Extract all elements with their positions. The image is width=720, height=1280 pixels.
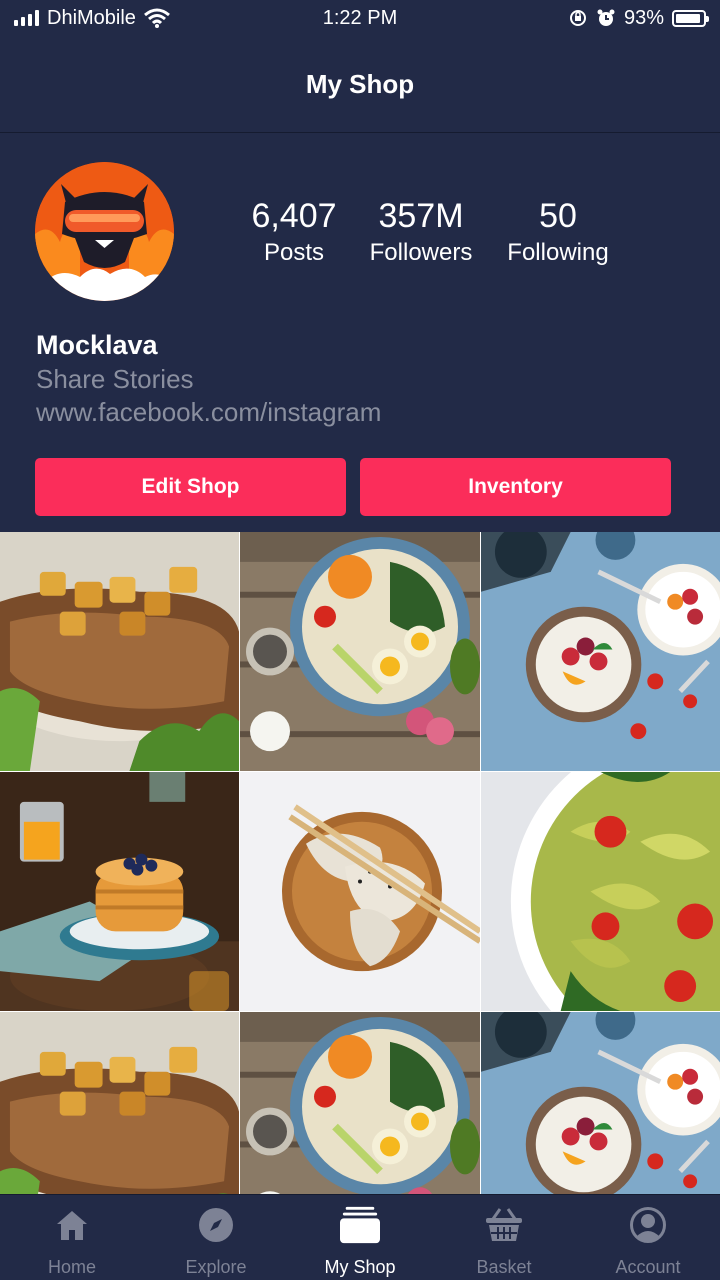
posts-count: 6,407 bbox=[251, 197, 337, 235]
home-icon bbox=[52, 1205, 92, 1245]
shop-link[interactable]: www.facebook.com/instagram bbox=[36, 397, 381, 428]
tab-explore[interactable]: Explore bbox=[144, 1195, 288, 1280]
signal-icon bbox=[14, 10, 39, 26]
shop-icon bbox=[340, 1205, 380, 1245]
product-grid bbox=[0, 532, 720, 1194]
tab-bar: Home Explore My Shop Basket Account bbox=[0, 1194, 720, 1280]
compass-icon bbox=[196, 1205, 236, 1245]
tab-explore-label: Explore bbox=[185, 1257, 247, 1277]
account-icon bbox=[628, 1205, 668, 1245]
tab-account[interactable]: Account bbox=[576, 1195, 720, 1280]
shop-tagline: Share Stories bbox=[36, 364, 194, 394]
battery-percent: 93% bbox=[623, 6, 664, 29]
basket-icon bbox=[484, 1205, 524, 1245]
shop-name: Mocklava bbox=[36, 330, 158, 360]
tab-home-label: Home bbox=[47, 1257, 96, 1277]
status-bar: DhiMobile 1:22 PM 93% bbox=[0, 0, 720, 36]
alarm-icon bbox=[597, 9, 615, 26]
status-left: DhiMobile bbox=[14, 7, 170, 30]
stat-followers[interactable]: 357M Followers bbox=[352, 196, 490, 270]
grid-item-yogurt-bowl[interactable] bbox=[481, 532, 720, 771]
following-count: 50 bbox=[539, 197, 577, 235]
battery-icon bbox=[672, 9, 709, 27]
page-title: My Shop bbox=[305, 68, 415, 99]
tab-basket-label: Basket bbox=[476, 1257, 532, 1277]
nav-bar: My Shop bbox=[0, 36, 720, 133]
fox-logo bbox=[35, 162, 174, 301]
stat-posts[interactable]: 6,407 Posts bbox=[236, 196, 352, 270]
profile-stats: 6,407 Posts 357M Followers 50 Following bbox=[236, 196, 626, 270]
grid-item-pasta[interactable] bbox=[481, 772, 720, 1011]
edit-shop-button[interactable]: Edit Shop bbox=[35, 458, 346, 516]
status-right: 93% bbox=[568, 6, 709, 30]
inventory-button[interactable]: Inventory bbox=[360, 458, 671, 516]
rotation-lock-icon bbox=[569, 10, 586, 26]
avatar[interactable] bbox=[35, 162, 174, 301]
tab-home[interactable]: Home bbox=[0, 1195, 144, 1280]
followers-label: Followers bbox=[369, 239, 473, 266]
stat-following[interactable]: 50 Following bbox=[490, 196, 626, 270]
followers-count: 357M bbox=[378, 197, 464, 235]
tab-my-shop-label: My Shop bbox=[324, 1257, 396, 1277]
grid-item-dumplings[interactable] bbox=[240, 772, 480, 1011]
tab-account-label: Account bbox=[615, 1257, 681, 1277]
grid-item-pancakes[interactable] bbox=[0, 772, 239, 1011]
tab-my-shop[interactable]: My Shop bbox=[288, 1195, 432, 1280]
grid-item-pork-chop[interactable] bbox=[0, 532, 239, 771]
following-label: Following bbox=[507, 239, 609, 266]
carrier-name: DhiMobile bbox=[47, 6, 136, 29]
tab-basket[interactable]: Basket bbox=[432, 1195, 576, 1280]
grid-item-salad-bowl-2[interactable] bbox=[240, 1012, 480, 1194]
wifi-icon bbox=[143, 8, 170, 28]
grid-item-salad-bowl[interactable] bbox=[240, 532, 480, 771]
grid-item-yogurt-bowl-2[interactable] bbox=[481, 1012, 720, 1194]
grid-item-pork-chop-2[interactable] bbox=[0, 1012, 239, 1194]
posts-label: Posts bbox=[263, 239, 325, 266]
